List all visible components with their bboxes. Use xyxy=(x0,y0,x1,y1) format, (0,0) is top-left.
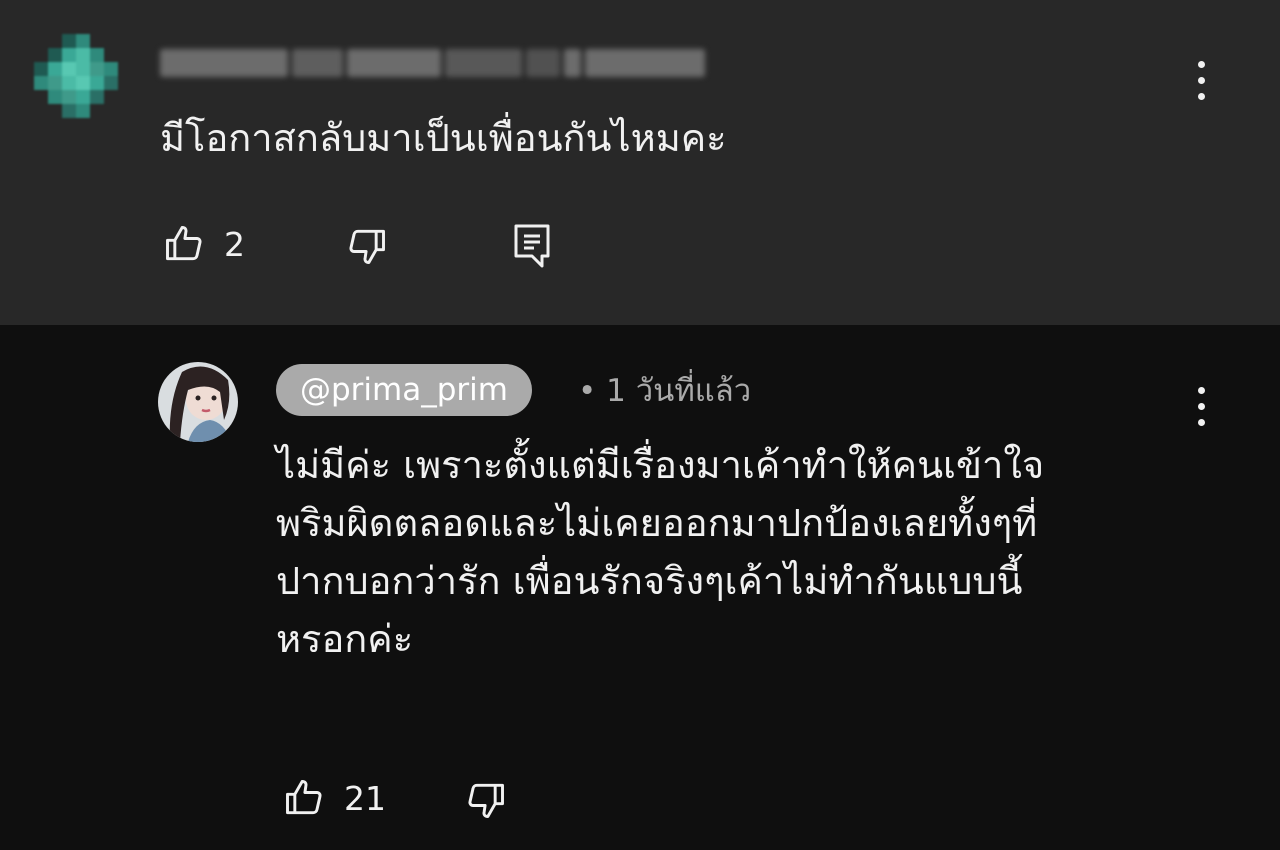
avatar-pixel xyxy=(62,90,76,104)
avatar-pixel xyxy=(34,90,48,104)
author-avatar[interactable] xyxy=(158,362,238,442)
avatar-pixel xyxy=(76,34,90,48)
avatar-pixel xyxy=(104,90,118,104)
reply-text-line: ปากบอกว่ารัก เพื่อนรักจริงๆเค้าไม่ทำกันแ… xyxy=(276,559,1023,603)
avatar-pixel xyxy=(76,90,90,104)
avatar-pixel xyxy=(90,48,104,62)
avatar-pixel xyxy=(104,34,118,48)
reply-comment-icon xyxy=(514,224,550,268)
avatar-pixel xyxy=(62,76,76,90)
reply-text-line: ไม่มีค่ะ เพราะตั้งแต่มีเรื่องมาเค้าทำให้… xyxy=(276,443,1045,487)
avatar-pixel xyxy=(48,62,62,76)
thumbs-up-icon xyxy=(286,780,322,815)
thumbs-up-icon xyxy=(166,226,202,261)
author-handle[interactable]: @prima_prim xyxy=(276,364,532,416)
blurred-avatar[interactable] xyxy=(34,34,118,118)
avatar-pixel xyxy=(90,76,104,90)
dislike-button[interactable] xyxy=(464,778,508,822)
blurred-username[interactable] xyxy=(160,38,705,88)
avatar-pixel xyxy=(76,62,90,76)
avatar-pixel xyxy=(90,90,104,104)
thumbs-down-icon xyxy=(349,229,385,264)
avatar-pixel xyxy=(34,48,48,62)
avatar-pixel xyxy=(90,62,104,76)
parent-comment-text: มีโอกาสกลับมาเป็นเพื่อนกันไหมคะ xyxy=(160,116,727,160)
like-count: 2 xyxy=(224,224,245,264)
avatar-pixel xyxy=(104,76,118,90)
reply-text: ไม่มีค่ะ เพราะตั้งแต่มีเรื่องมาเค้าทำให้… xyxy=(276,436,1196,668)
avatar-pixel xyxy=(62,48,76,62)
avatar-pixel xyxy=(76,76,90,90)
like-button[interactable]: 21 xyxy=(282,776,386,820)
avatar-pixel xyxy=(76,104,90,118)
avatar-pixel xyxy=(62,34,76,48)
avatar-pixel xyxy=(48,90,62,104)
like-count: 21 xyxy=(344,778,386,818)
more-vert-icon[interactable] xyxy=(1191,387,1211,426)
avatar-pixel xyxy=(62,104,76,118)
thumbs-down-icon xyxy=(468,783,504,818)
author-avatar-image xyxy=(158,362,238,442)
avatar-pixel xyxy=(48,76,62,90)
reply-text-line: พริมผิดตลอดและไม่เคยออกมาปกป้องเลยทั้งๆท… xyxy=(276,501,1038,545)
avatar-pixel xyxy=(62,62,76,76)
avatar-pixel xyxy=(34,34,48,48)
reply-text-line: หรอกค่ะ xyxy=(276,617,414,661)
avatar-pixel xyxy=(34,76,48,90)
avatar-pixel xyxy=(90,34,104,48)
avatar-pixel xyxy=(104,104,118,118)
avatar-pixel xyxy=(76,48,90,62)
like-button[interactable]: 2 xyxy=(162,222,245,266)
avatar-pixel xyxy=(104,62,118,76)
reply-timestamp: • 1 วันที่แล้ว xyxy=(578,373,752,409)
reply-button[interactable] xyxy=(512,222,552,268)
dislike-button[interactable] xyxy=(345,224,389,268)
more-vert-icon[interactable] xyxy=(1191,61,1211,100)
avatar-pixel xyxy=(104,48,118,62)
avatar-pixel xyxy=(48,48,62,62)
avatar-pixel xyxy=(48,34,62,48)
avatar-pixel xyxy=(48,104,62,118)
avatar-pixel xyxy=(34,62,48,76)
avatar-pixel xyxy=(90,104,104,118)
avatar-pixel xyxy=(34,104,48,118)
